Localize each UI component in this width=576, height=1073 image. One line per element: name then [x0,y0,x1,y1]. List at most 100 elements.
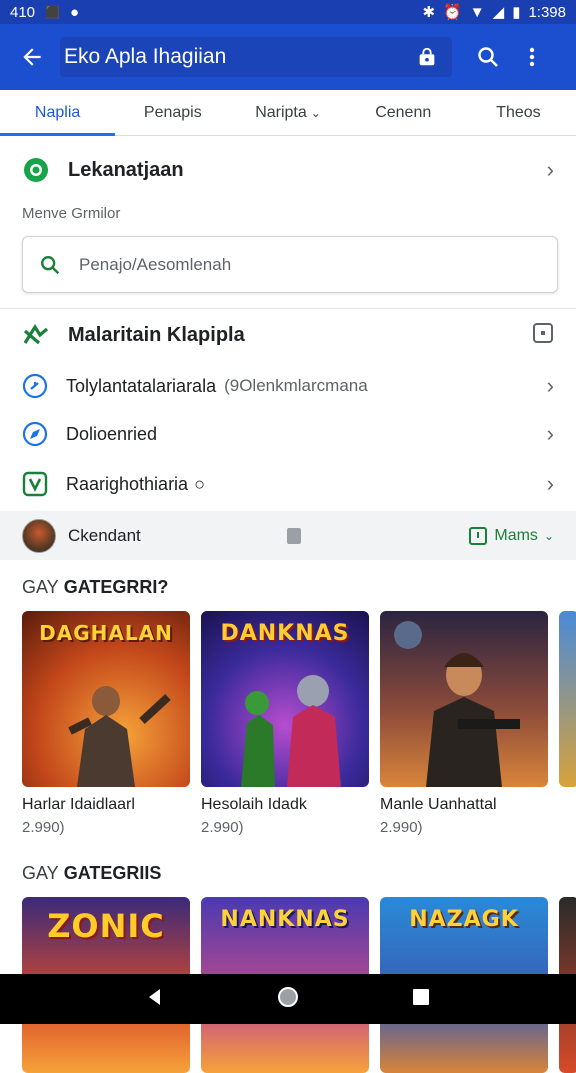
circle-icon: ○ [194,473,205,494]
bluetooth-icon: ✱ [422,4,436,21]
search-box[interactable]: Eko Apla Ihagiian [60,37,452,77]
user-bar: Ckendant Mams ⌄ [0,511,576,560]
category-title: GAY GATEGRIIS [22,863,161,884]
arrow-left-icon [23,48,41,66]
tab-bar: Naplia Penapis Naripta ⌄ Cenenn Theos [0,90,576,136]
category-prefix: GAY [22,577,59,597]
more-vert-icon [529,47,535,67]
lock-button[interactable] [406,39,448,75]
system-nav-bar [0,974,576,1024]
category-name: GATEGRRI? [63,577,169,597]
header-row-label: Lekanatjaan [68,158,184,181]
game-price: 2.990) [380,819,423,836]
category-name: GATEGRIIS [63,863,162,883]
recents-nav-button[interactable] [411,987,431,1012]
mams-menu-button[interactable]: Mams ⌄ [468,526,554,546]
game-card-partial[interactable] [559,611,576,836]
app-bar: Eko Apla Ihagiian [0,24,576,90]
search-field[interactable]: Penajo/Aesomlenah [22,236,558,293]
game-thumbnail[interactable] [380,611,548,787]
game-price: 2.990) [22,819,65,836]
chevron-right-icon: › [546,157,554,182]
lock-icon [419,47,435,66]
user-name: Ckendant [68,525,141,545]
tab-penapis[interactable]: Penapis [115,90,230,135]
clock-circle-icon [22,373,48,399]
game-thumbnail[interactable]: DAGHALAN [22,611,190,787]
chevron-down-icon: ⌄ [310,105,321,120]
game-name: Hesolaih Idadk [201,796,307,813]
divider [0,308,576,309]
section-label: Menve Grmilor [22,205,121,222]
more-options-button[interactable] [510,35,554,79]
battery-icon: ▮ [512,4,521,21]
tab-label: Theos [496,103,541,121]
game-card[interactable]: DAGHALAN Harlar Idaidlaarl 2.990) [22,611,190,836]
square-badge-icon[interactable] [532,322,554,349]
back-button[interactable] [12,37,52,77]
header-row[interactable]: Lekanatjaan › [0,146,576,194]
search-icon [41,255,60,274]
tab-label: Penapis [143,103,202,121]
search-button[interactable] [466,35,510,79]
check-square-icon [22,471,48,497]
tab-label: Naripta [255,103,307,121]
game-card[interactable]: DANKNAS Hesolaih Idadk 2.990) [201,611,369,836]
game-logo: ZONIC [47,907,165,945]
game-name: Manle Uanhattal [380,796,497,813]
chevron-right-icon: › [546,373,554,398]
compass-icon [22,421,48,447]
status-bar: 410 ⬛ ● ✱ ⏰ ▼ ◢ ▮ 1:398 [0,0,576,24]
tab-label: Naplia [34,103,81,121]
game-logo: NANKNAS [220,907,350,932]
alarm-icon: ⏰ [443,4,462,21]
game-name: Harlar Idaidlaarl [22,796,135,813]
tab-theos[interactable]: Theos [461,90,576,135]
list-item-label: Tolylantatalariarala [66,375,217,396]
search-icon [478,47,498,67]
chevron-down-icon: ⌄ [543,528,554,543]
warrior-figure [68,686,171,787]
dot-icon: ● [69,3,80,21]
tab-label: Cenenn [375,103,432,121]
list-item[interactable]: Dolioenried › [0,410,576,458]
home-nav-button[interactable] [276,985,300,1014]
square-icon [286,527,301,544]
robot-figure [241,675,341,787]
tab-cenenn[interactable]: Cenenn [346,90,461,135]
game-thumbnail[interactable]: DANKNAS [201,611,369,787]
back-nav-button[interactable] [145,987,165,1012]
game-thumbnail[interactable] [559,611,576,787]
mams-label: Mams [494,526,538,544]
signal-icon: ◢ [492,4,505,21]
triangle-back-icon [149,988,161,1005]
square-outline-icon [469,526,488,545]
app-logo-icon [23,323,49,345]
square-recents-icon [412,988,429,1005]
avatar[interactable] [22,518,56,553]
list-item-label: Raarighothiaria [66,473,189,494]
wifi-icon: ▼ [469,3,485,21]
chevron-right-icon: › [546,421,554,446]
notification-icon: ⬛ [45,5,60,19]
status-ring-icon [24,158,48,182]
list-item-label: Dolioenried [66,423,158,444]
tab-naripta[interactable]: Naripta ⌄ [230,90,345,135]
status-time: 410 [10,3,36,21]
search-field-placeholder: Penajo/Aesomlenah [79,254,232,274]
game-card[interactable]: Manle Uanhattal 2.990) [380,611,548,836]
list-item[interactable]: Raarighothiaria ○ › [0,460,576,508]
game-price: 2.990) [201,819,244,836]
list-item-secondary: (9Olenkmlarcmana [224,376,368,395]
game-logo: NAZAGK [409,907,519,932]
hero-figure [394,621,520,787]
list-title-row[interactable]: Malaritain Klapipla [0,312,576,358]
status-clock: 1:398 [528,3,566,21]
chevron-right-icon: › [546,471,554,496]
search-query[interactable]: Eko Apla Ihagiian [62,45,406,69]
list-title: Malaritain Klapipla [68,323,245,346]
tab-naplia[interactable]: Naplia [0,90,116,136]
list-item[interactable]: Tolylantatalariarala (9Olenkmlarcmana › [0,362,576,410]
category-title: GAY GATEGRRI? [22,577,168,598]
home-circle-icon [277,986,298,1007]
